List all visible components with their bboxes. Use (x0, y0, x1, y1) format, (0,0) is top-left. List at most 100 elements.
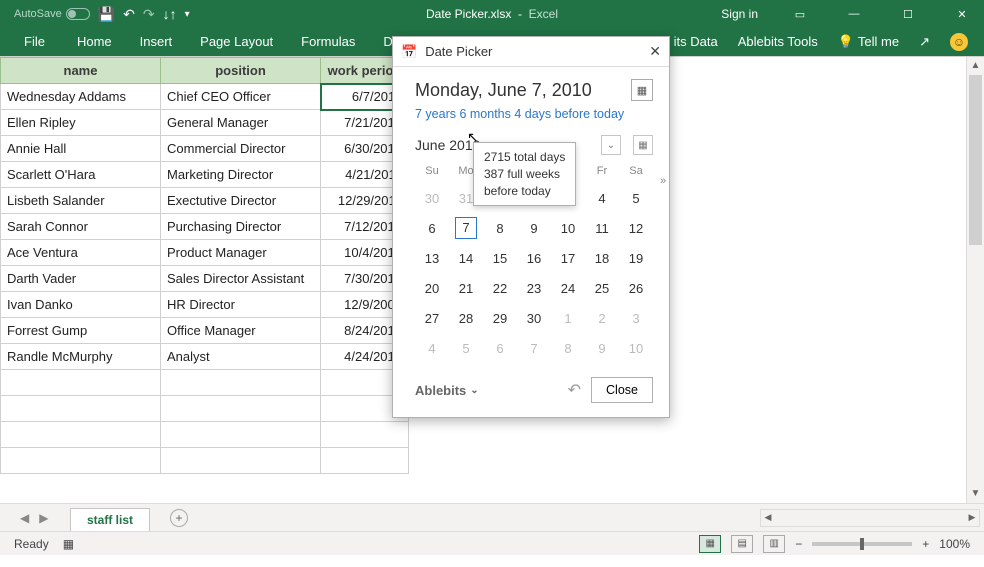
calendar-day[interactable]: 4 (415, 333, 449, 363)
scrollbar-thumb[interactable] (969, 75, 982, 245)
sheet-nav-prev-icon[interactable]: ◀ (20, 511, 29, 525)
cell[interactable]: Sarah Connor (1, 214, 161, 240)
calendar-day[interactable]: 14 (449, 243, 483, 273)
cell[interactable] (1, 448, 161, 474)
share-button[interactable]: ↗ (909, 28, 940, 56)
calendar-day[interactable]: 4 (585, 183, 619, 213)
autosave-toggle[interactable]: AutoSave (14, 8, 90, 20)
column-header[interactable]: name (1, 58, 161, 84)
picker-relative-text[interactable]: 7 years 6 months 4 days before today (415, 107, 653, 121)
tab-home[interactable]: Home (63, 28, 126, 56)
cell[interactable]: Annie Hall (1, 136, 161, 162)
today-button[interactable]: ▦ (633, 135, 653, 155)
cell[interactable] (1, 370, 161, 396)
picker-header[interactable]: 📅 Date Picker ✕ (393, 37, 669, 67)
vertical-scrollbar[interactable]: ▲ ▼ (966, 57, 984, 503)
calendar-day[interactable]: 18 (585, 243, 619, 273)
redo-icon[interactable]: ↷ (143, 6, 155, 23)
signin-link[interactable]: Sign in (721, 7, 758, 21)
cell[interactable]: HR Director (161, 292, 321, 318)
hscroll-left-icon[interactable]: ◀ (760, 509, 776, 527)
cell[interactable] (161, 396, 321, 422)
zoom-level[interactable]: 100% (939, 537, 970, 551)
cell[interactable]: Exectutive Director (161, 188, 321, 214)
cell[interactable]: Office Manager (161, 318, 321, 344)
calendar-day[interactable]: 9 (517, 213, 551, 243)
brand-dropdown[interactable]: Ablebits⌄ (415, 383, 479, 398)
calendar-day[interactable]: 2 (585, 303, 619, 333)
expand-pane-icon[interactable]: » (656, 172, 670, 190)
ribbon-display-icon[interactable]: ▭ (778, 0, 822, 28)
scroll-down-icon[interactable]: ▼ (967, 485, 984, 503)
calendar-day[interactable]: 15 (483, 243, 517, 273)
cell[interactable] (161, 370, 321, 396)
cell[interactable] (1, 422, 161, 448)
zoom-slider[interactable] (812, 542, 912, 546)
calendar-day[interactable]: 1 (551, 303, 585, 333)
cell[interactable]: Darth Vader (1, 266, 161, 292)
feedback-button[interactable]: ☺ (940, 28, 978, 56)
add-sheet-button[interactable]: + (170, 509, 188, 527)
tab-file[interactable]: File (6, 28, 63, 56)
cell[interactable] (161, 448, 321, 474)
cell[interactable]: Marketing Director (161, 162, 321, 188)
calendar-day[interactable]: 25 (585, 273, 619, 303)
calendar-day[interactable]: 19 (619, 243, 653, 273)
calendar-day[interactable]: 6 (483, 333, 517, 363)
calendar-day[interactable]: 12 (619, 213, 653, 243)
cell[interactable]: Wednesday Addams (1, 84, 161, 110)
calendar-day[interactable]: 13 (415, 243, 449, 273)
sheet-tab-active[interactable]: staff list (70, 508, 150, 531)
calendar-day[interactable]: 27 (415, 303, 449, 333)
cell[interactable]: Chief CEO Officer (161, 84, 321, 110)
calendar-day[interactable]: 8 (551, 333, 585, 363)
cell[interactable]: Scarlett O'Hara (1, 162, 161, 188)
calendar-day[interactable]: 21 (449, 273, 483, 303)
calendar-day[interactable]: 5 (619, 183, 653, 213)
cell[interactable] (321, 448, 409, 474)
calendar-day[interactable]: 22 (483, 273, 517, 303)
cell[interactable] (1, 396, 161, 422)
calendar-day[interactable]: 29 (483, 303, 517, 333)
save-icon[interactable]: 💾 (98, 6, 115, 23)
picker-close-button[interactable]: ✕ (649, 43, 661, 60)
cell[interactable]: General Manager (161, 110, 321, 136)
view-page-break-button[interactable]: ▥ (763, 535, 785, 553)
cell[interactable] (321, 422, 409, 448)
macro-record-icon[interactable]: ▦ (63, 537, 74, 551)
cell[interactable]: Analyst (161, 344, 321, 370)
cell[interactable]: Lisbeth Salander (1, 188, 161, 214)
cell[interactable]: Commercial Director (161, 136, 321, 162)
calendar-day[interactable]: 20 (415, 273, 449, 303)
calendar-day[interactable]: 30 (415, 183, 449, 213)
zoom-out-button[interactable]: − (795, 537, 802, 551)
calendar-day[interactable]: 17 (551, 243, 585, 273)
cell[interactable]: Sales Director Assistant (161, 266, 321, 292)
tab-formulas[interactable]: Formulas (287, 28, 369, 56)
calendar-day[interactable]: 5 (449, 333, 483, 363)
tab-insert[interactable]: Insert (126, 28, 187, 56)
calendar-day[interactable]: 7 (449, 213, 483, 243)
calendar-day[interactable]: 24 (551, 273, 585, 303)
scroll-up-icon[interactable]: ▲ (967, 57, 984, 75)
date-calculator-button[interactable]: ▦ (631, 79, 653, 101)
calendar-day[interactable]: 10 (619, 333, 653, 363)
tab-ablebits-tools[interactable]: Ablebits Tools (728, 28, 828, 56)
cell[interactable]: Randle McMurphy (1, 344, 161, 370)
tab-ablebits-data-partial[interactable]: its Data (664, 28, 728, 56)
maximize-button[interactable]: ☐ (886, 0, 930, 28)
calendar-day[interactable]: 6 (415, 213, 449, 243)
view-normal-button[interactable]: ▦ (699, 535, 721, 553)
hscroll-right-icon[interactable]: ▶ (964, 509, 980, 527)
tab-page-layout[interactable]: Page Layout (186, 28, 287, 56)
horizontal-scrollbar[interactable]: ◀ ▶ (760, 509, 980, 527)
calendar-day[interactable]: 7 (517, 333, 551, 363)
sheet-nav-next-icon[interactable]: ▶ (39, 511, 48, 525)
calendar-day[interactable]: 30 (517, 303, 551, 333)
view-page-layout-button[interactable]: ▤ (731, 535, 753, 553)
cell[interactable]: Forrest Gump (1, 318, 161, 344)
calendar-day[interactable]: 3 (619, 303, 653, 333)
calendar-day[interactable]: 8 (483, 213, 517, 243)
picker-close-action[interactable]: Close (591, 377, 653, 403)
sort-icon[interactable]: ↓↑ (163, 6, 177, 22)
